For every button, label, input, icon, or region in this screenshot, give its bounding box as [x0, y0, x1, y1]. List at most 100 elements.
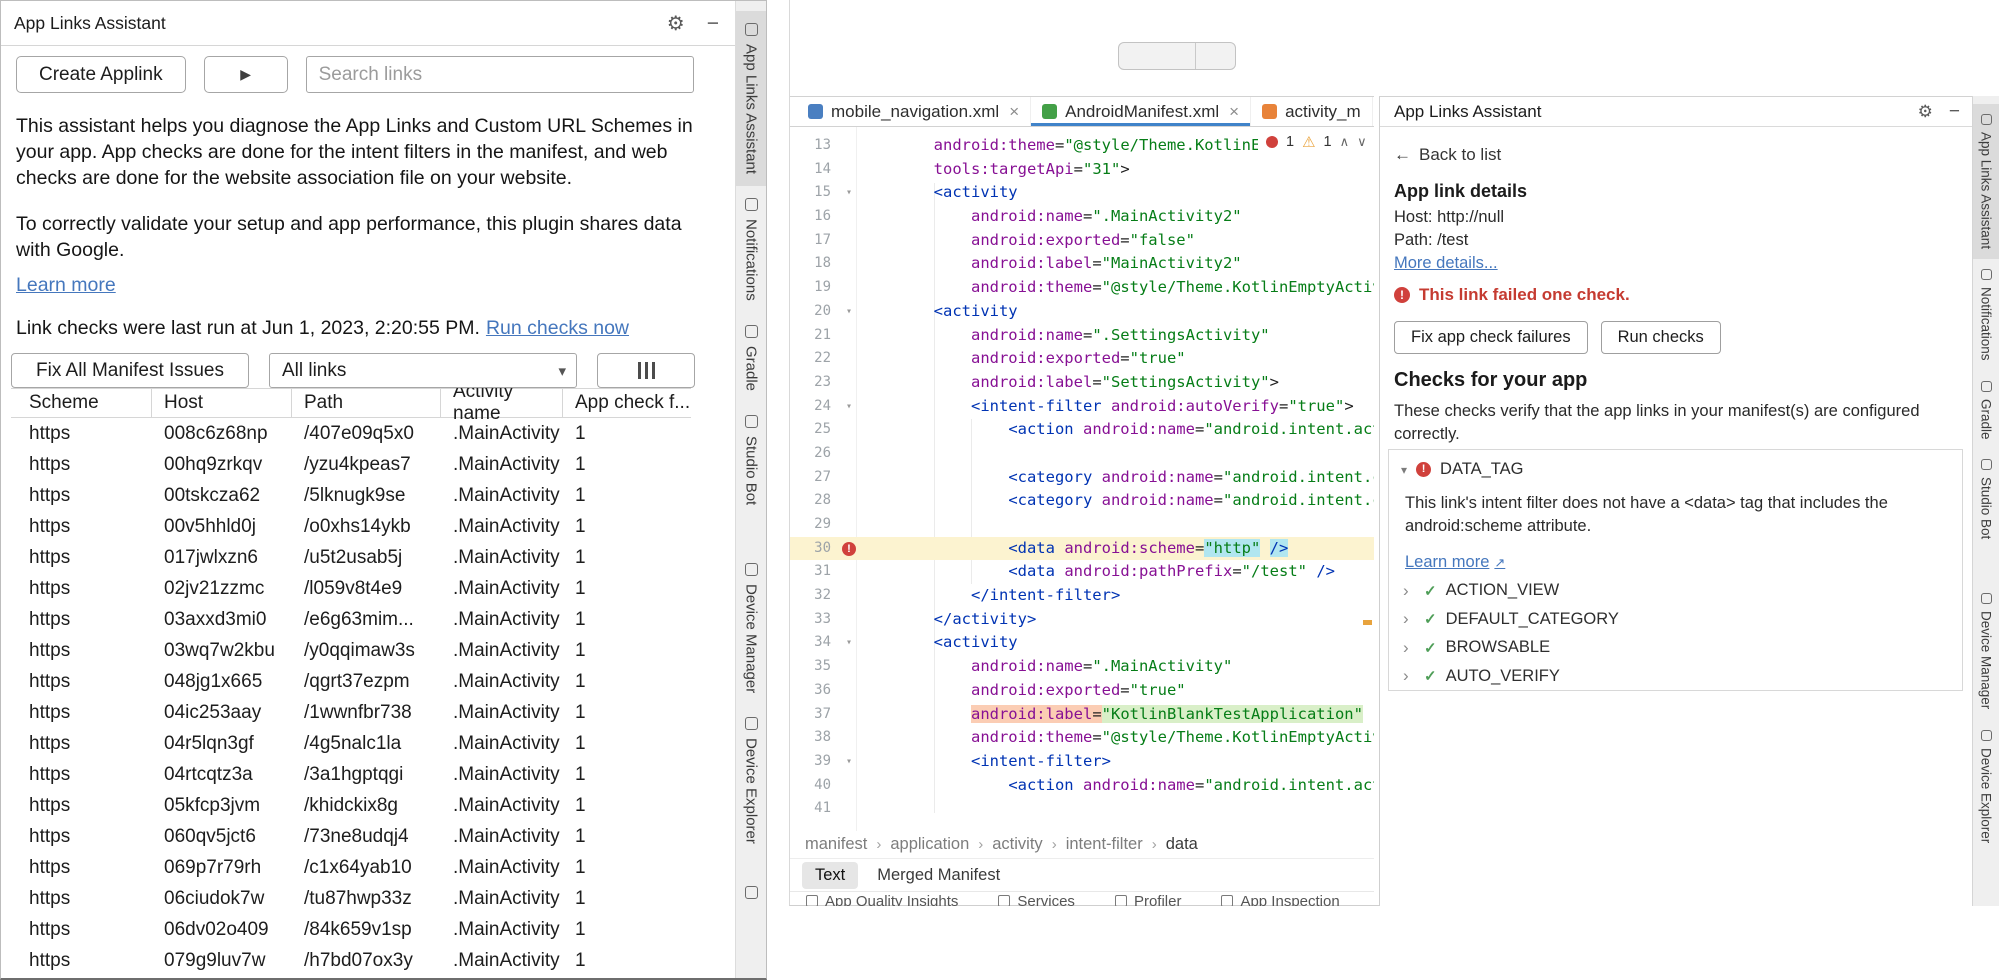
column-header-path[interactable]: Path [292, 389, 441, 417]
code-line[interactable]: 19 android:theme="@style/Theme.KotlinEmp… [790, 276, 1374, 300]
code-line[interactable]: 38 android:theme="@style/Theme.KotlinEmp… [790, 726, 1374, 750]
column-header-host[interactable]: Host [152, 389, 292, 417]
table-row[interactable]: https008c6z68np/407e09q5x0.MainActivity1 [11, 418, 691, 449]
code-line[interactable]: 37 android:label="KotlinBlankTestApplica… [790, 703, 1374, 727]
code-line[interactable]: 18 android:label="MainActivity2" [790, 252, 1374, 276]
fold-icon[interactable]: ▾ [839, 300, 859, 324]
close-icon[interactable]: × [1009, 102, 1019, 122]
tool-strip-tab-device-manager[interactable]: Device Manager [1973, 583, 1999, 719]
create-applink-button[interactable]: Create Applink [16, 56, 186, 93]
code-line[interactable]: 17 android:exported="false" [790, 229, 1374, 253]
code-line[interactable]: 14 tools:targetApi="31"> [790, 158, 1374, 182]
back-to-list-link[interactable]: ← Back to list [1394, 145, 1501, 165]
fold-icon[interactable]: ▾ [839, 181, 859, 205]
code-line[interactable]: 33 </activity> [790, 608, 1374, 632]
fix-all-manifest-issues-button[interactable]: Fix All Manifest Issues [11, 353, 249, 388]
bottom-bar-item[interactable]: App Inspection [1221, 892, 1339, 906]
table-row[interactable]: https069p7r79rh/c1x64yab10.MainActivity1 [11, 852, 691, 883]
editor-tab[interactable]: activity_m [1251, 97, 1373, 126]
table-row[interactable]: https02jv21zzmc/l059v8t4e9.MainActivity1 [11, 573, 691, 604]
code-line[interactable]: 22 android:exported="true" [790, 347, 1374, 371]
table-row[interactable]: https03axxd3mi0/e6g63mim....MainActivity… [11, 604, 691, 635]
column-header-activity-name[interactable]: Activity name [441, 389, 563, 417]
tool-strip-tab-device-manager[interactable]: Device Manager [736, 551, 766, 705]
breadcrumb-item[interactable]: activity [992, 835, 1042, 854]
code-line[interactable]: 26 [790, 442, 1374, 466]
column-header-app-check[interactable]: App check f... [563, 389, 691, 417]
passed-check-row[interactable]: ›✓DEFAULT_CATEGORY [1403, 609, 1619, 630]
table-row[interactable]: https05kfcp3jvm/khidckix8g.MainActivity1 [11, 790, 691, 821]
bottom-bar-item[interactable]: App Quality Insights [806, 892, 958, 906]
links-filter-dropdown[interactable]: All links ▾ [269, 353, 577, 388]
table-row[interactable]: https00tskcza62/5lknugk9se.MainActivity1 [11, 480, 691, 511]
table-row[interactable]: https00hq9zrkqv/yzu4kpeas7.MainActivity1 [11, 449, 691, 480]
code-line[interactable]: 27 <category android:name="android.inten… [790, 466, 1374, 490]
more-details-link[interactable]: More details... [1394, 254, 1498, 273]
editor-tab[interactable]: AndroidManifest.xml× [1031, 97, 1251, 126]
bottom-bar-item[interactable]: Profiler [1115, 892, 1182, 906]
previous-issue-icon[interactable]: ∧ [1340, 134, 1350, 150]
learn-more-link[interactable]: Learn more ↗ [1405, 553, 1505, 572]
breadcrumb-item[interactable]: manifest [805, 835, 867, 854]
breadcrumb-item[interactable]: data [1166, 835, 1198, 854]
error-stripe-mark[interactable] [1363, 620, 1372, 625]
fix-app-check-failures-button[interactable]: Fix app check failures [1394, 321, 1588, 354]
view-tab-merged-manifest[interactable]: Merged Manifest [864, 862, 1013, 889]
gear-icon[interactable]: ⚙ [1918, 102, 1933, 122]
run-checks-now-link[interactable]: Run checks now [486, 317, 629, 339]
passed-check-row[interactable]: ›✓ACTION_VIEW [1403, 580, 1619, 601]
code-line[interactable]: 25 <action android:name="android.intent.… [790, 418, 1374, 442]
tool-strip-tab-device-explorer[interactable]: Device Explorer [736, 705, 766, 856]
code-line[interactable]: 34▾ <activity [790, 631, 1374, 655]
next-issue-icon[interactable]: ∨ [1357, 134, 1367, 150]
table-row[interactable]: https048jg1x665/qgrt37ezpm.MainActivity1 [11, 666, 691, 697]
code-line[interactable]: 20▾ <activity [790, 300, 1374, 324]
tool-strip-tab-gradle[interactable]: Gradle [1973, 371, 1999, 450]
passed-check-row[interactable]: ›✓BROWSABLE [1403, 637, 1619, 658]
code-line[interactable]: 21 android:name=".SettingsActivity" [790, 324, 1374, 348]
data-tag-check-row[interactable]: ▾ ! DATA_TAG [1401, 460, 1523, 479]
passed-check-row[interactable]: ›✓AUTO_VERIFY [1403, 666, 1619, 687]
tool-strip-tab-studio-bot[interactable]: Studio Bot [736, 403, 766, 517]
breadcrumb-item[interactable]: intent-filter [1066, 835, 1143, 854]
table-row[interactable]: https00v5hhld0j/o0xhs14ykb.MainActivity1 [11, 511, 691, 542]
tool-strip-tab-notifications[interactable]: Notifications [1973, 259, 1999, 371]
column-header-scheme[interactable]: Scheme [11, 389, 152, 417]
fold-icon[interactable]: ▾ [839, 631, 859, 655]
run-link-checks-button[interactable]: ▶ [204, 56, 288, 93]
code-line[interactable]: 31 <data android:pathPrefix="/test" /> [790, 560, 1374, 584]
tool-strip-tab-app-links-assistant[interactable]: App Links Assistant [1973, 104, 1999, 259]
code-line[interactable]: 41 [790, 797, 1374, 821]
bottom-bar-item[interactable]: Services [998, 892, 1075, 906]
inspection-widget[interactable]: 1 ⚠ 1 ∧ ∨ [1258, 131, 1374, 153]
view-tab-text[interactable]: Text [802, 862, 858, 889]
table-row[interactable]: https04r5lqn3gf/4g5nalc1la.MainActivity1 [11, 728, 691, 759]
fold-icon[interactable]: ▾ [839, 395, 859, 419]
code-line[interactable]: 15▾ <activity [790, 181, 1374, 205]
table-row[interactable]: https04ic253aay/1wwnfbr738.MainActivity1 [11, 697, 691, 728]
close-icon[interactable]: × [1229, 102, 1239, 122]
table-row[interactable]: https060qv5jct6/73ne8udqj4.MainActivity1 [11, 821, 691, 852]
learn-more-link[interactable]: Learn more [16, 274, 116, 297]
table-row[interactable]: https06ciudok7w/tu87hwp33z.MainActivity1 [11, 883, 691, 914]
breadcrumb-item[interactable]: application [890, 835, 969, 854]
code-line[interactable]: 35 android:name=".MainActivity" [790, 655, 1374, 679]
column-settings-button[interactable] [597, 353, 695, 388]
code-line[interactable]: 29 [790, 513, 1374, 537]
table-row[interactable]: https04rtcqtz3a/3a1hgptqgi.MainActivity1 [11, 759, 691, 790]
minimize-icon[interactable]: − [1949, 102, 1960, 121]
tool-strip-tab-studio-bot[interactable]: Studio Bot [1973, 449, 1999, 549]
code-line[interactable]: 23 android:label="SettingsActivity"> [790, 371, 1374, 395]
code-line[interactable]: 39▾ <intent-filter> [790, 750, 1374, 774]
code-line[interactable]: 36 android:exported="true" [790, 679, 1374, 703]
table-row[interactable]: https017jwlxzn6/u5t2usab5j.MainActivity1 [11, 542, 691, 573]
code-line[interactable]: 24▾ <intent-filter android:autoVerify="t… [790, 395, 1374, 419]
gear-icon[interactable]: ⚙ [667, 11, 685, 36]
tool-strip-tab-gradle[interactable]: Gradle [736, 313, 766, 403]
code-line[interactable]: 40 <action android:name="android.intent.… [790, 774, 1374, 798]
search-links-input[interactable] [306, 56, 694, 93]
code-line[interactable]: 16 android:name=".MainActivity2" [790, 205, 1374, 229]
fold-icon[interactable]: ▾ [839, 750, 859, 774]
table-row[interactable]: https079g9luv7w/h7bd07ox3y.MainActivity1 [11, 945, 691, 976]
tool-strip-tab-app-links-assistant[interactable]: App Links Assistant [736, 11, 766, 186]
